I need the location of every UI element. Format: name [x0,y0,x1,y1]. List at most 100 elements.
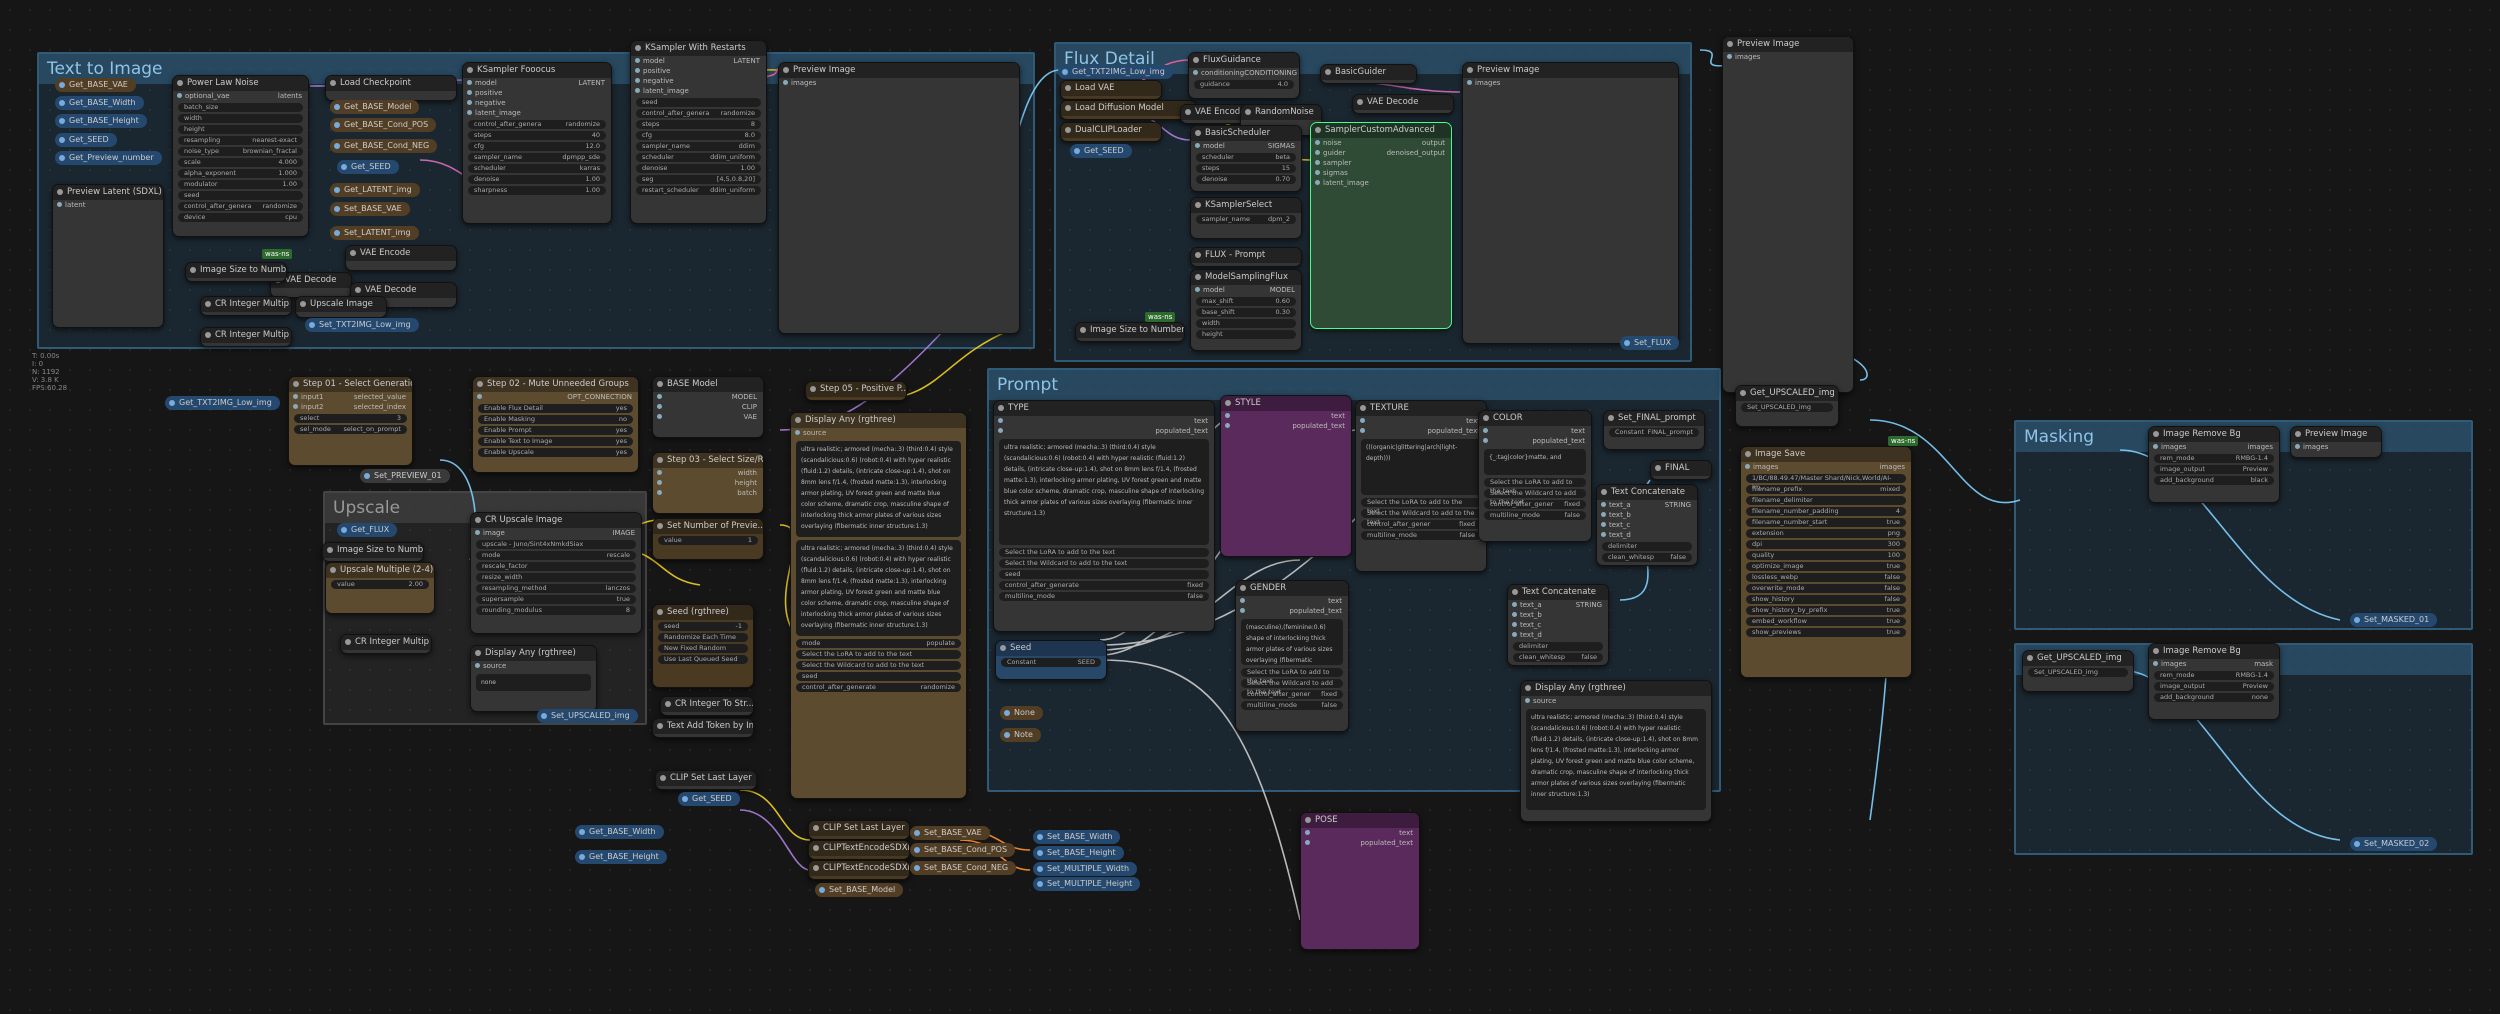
value-widget[interactable]: value 2.00 [331,580,429,589]
opt-connection[interactable]: OPT_CONNECTION [473,392,638,402]
set-txt2img-low-pill[interactable]: Set_TXT2IMG_Low_img [305,318,419,332]
cr-upscale-image-node[interactable]: CR Upscale Image image IMAGE upscale - Ju… [470,512,642,634]
set-seed-pill[interactable]: Get_SEED [678,792,740,806]
text-output[interactable]: text [1301,828,1419,838]
display-any-ups-node[interactable]: Display Any (rgthree) source none [470,645,597,712]
preview-latent-node[interactable]: Preview Latent (SDXL) latent [52,184,164,328]
image-remove-bg-node[interactable]: Image Remove Bg images images rem_mode RMB… [2148,426,2280,503]
get-upscaled-img-node[interactable]: Get_UPSCALED_img Set_UPSCALED_img [1735,385,1839,427]
get-preview-number-pill[interactable]: Get_Preview_number [55,151,162,165]
value-widget[interactable]: value 1 [658,536,758,545]
image-save-node[interactable]: Image Save images images 1/BC/88.49.47/Ma… [1740,446,1912,678]
delimiter-widget[interactable]: delimiter [1513,642,1603,651]
toggle-row[interactable]: Enable Flux Detail yes [478,404,633,413]
preview-image-node[interactable]: Preview Image images [778,62,1020,334]
text-output[interactable]: text [1479,426,1591,436]
vae-encode-node[interactable]: VAE Encode [345,245,457,271]
cfg-widget[interactable]: cfg 12.0 [468,142,606,151]
supersample-widget[interactable]: supersample true [476,595,636,604]
text-c[interactable]: text_c [1508,620,1608,630]
text-output[interactable]: text [1356,416,1486,426]
get-base-model-pill[interactable]: Get_BASE_Model [330,100,420,114]
final-node[interactable]: FINAL [1650,460,1712,480]
base-shift-widget[interactable]: base_shift 0.30 [1196,308,1296,317]
text-concatenate-node-2[interactable]: Text Concatenate text_a STRING text_b tex… [1507,584,1609,666]
mode-widget[interactable]: mode rescale [476,551,636,560]
denoise-widget[interactable]: denoise 1.00 [468,175,606,184]
display-any-prompt-node[interactable]: Display Any (rgthree) source ultra reali… [790,412,967,799]
type-node[interactable]: TYPE text populated_text ultra realistic… [993,400,1215,632]
set-number-preview-node[interactable]: Set Number of Previe... value 1 [652,518,764,560]
select-lora-widget[interactable]: Select the LoRA to add to the text [999,548,1209,557]
image-size-to-number-node[interactable]: Image Size to Number [185,262,287,282]
scheduler-widget[interactable]: scheduler ddim_uniform [636,153,761,162]
get-flux-pill[interactable]: Get_FLUX [337,523,398,537]
set-upscaled-img-pill[interactable]: Set_UPSCALED_img [537,709,638,723]
text-output[interactable]: text [994,416,1214,426]
base-model-node[interactable]: BASE Model MODEL CLIP VAE [652,376,764,438]
scheduler-widget[interactable]: scheduler beta [1196,153,1296,162]
model-input[interactable]: model MODEL [1191,285,1301,295]
select-wildcard-widget[interactable]: Select the Wildcard to add to the text [1361,509,1481,526]
upscale-multiple-node[interactable]: Upscale Multiple (2-4) value 2.00 [325,562,435,614]
control-widget[interactable]: control_after_genera randomize [468,120,606,129]
control-widget[interactable]: control_after_gener fixed [1484,500,1586,509]
text-b[interactable]: text_b [1597,510,1697,520]
text-a[interactable]: text_a STRING [1597,500,1697,510]
show-history-by-prefix-widget[interactable]: show_history_by_prefix true [1746,606,1906,615]
clip-size-multiplier-node[interactable]: CLIP Set Last Layer [655,770,757,790]
images-input[interactable]: images [1723,52,1853,62]
preview-image-node-2[interactable]: Preview Image images [1462,62,1679,344]
ksampler-fooocus-node[interactable]: KSampler Fooocus model LATENT positive ne… [462,62,612,224]
set-base-cond-pos-pill[interactable]: Set_BASE_Cond_POS [910,843,1016,857]
show-history-widget[interactable]: show_history false [1746,595,1906,604]
control-widget[interactable]: control_after_gener fixed [1361,520,1481,529]
denoise-widget[interactable]: denoise 1.00 [636,164,761,173]
negative-input[interactable]: negative [631,76,766,86]
image-remove-bg-m-node[interactable]: Image Remove Bg images mask rem_mode RMBG-… [2148,643,2280,720]
set-final-prompt-node[interactable]: Set_FINAL_prompt Constant FINAL_prompt [1603,410,1705,450]
sharpness-widget[interactable]: sharpness 1.00 [468,186,606,195]
get-latent-img-pill[interactable]: Get_LATENT_img [330,183,420,197]
filename-number-padding-widget[interactable]: filename_number_padding 4 [1746,507,1906,516]
cr-integer-to-string-node[interactable]: CR Integer To Str... [660,696,754,716]
get-seed-pill-2[interactable]: Get_SEED [337,160,399,174]
source-input[interactable]: source [1521,696,1711,706]
get-base-cond-pos-pill[interactable]: Get_BASE_Cond_POS [330,118,437,132]
rmbg-model-widget[interactable]: rem_mode RMBG-1.4 [2154,671,2274,680]
images-input[interactable]: images [1463,78,1678,88]
flux-prompt-node[interactable]: FLUX - Prompt [1190,247,1302,267]
get-seed-pill-3[interactable]: Get_SEED [1070,144,1132,158]
populated-output[interactable]: populated_text [1479,436,1591,446]
conditioning-input[interactable]: conditioning CONDITIONING [1189,68,1299,78]
populated-output[interactable]: populated_text [1356,426,1486,436]
control-widget[interactable]: control_after_generate fixed [999,581,1209,590]
set-flux-pill[interactable]: Set_FLUX [1620,336,1680,350]
preview-image-node-3[interactable]: Preview Image images [1722,36,1854,393]
embed-workflow-widget[interactable]: embed_workflow true [1746,617,1906,626]
seed-widget[interactable]: seed [178,191,303,200]
get-base-cond-neg-pill[interactable]: Get_BASE_Cond_NEG [330,139,438,153]
text-concatenate-node[interactable]: Text Concatenate text_a STRING text_b tex… [1596,484,1698,566]
new-fixed-button[interactable]: New Fixed Random [658,644,748,653]
text-output[interactable]: text [1221,411,1351,421]
get-base-height-pill[interactable]: Get_BASE_Height [55,114,147,128]
add-background-widget[interactable]: add_background none [2154,693,2274,702]
select-lora-widget[interactable]: Select the LoRA to add to the text [796,650,961,659]
clip-set-last-layer-node[interactable]: CLIP Set Last Layer [808,820,910,840]
multiline-mode-widget[interactable]: multiline_mode false [999,592,1209,601]
filename-number-start-widget[interactable]: filename_number_start true [1746,518,1906,527]
dual-clip-loader-node[interactable]: DualCLIPLoader [1060,122,1162,142]
clip-text-encode-node-2[interactable]: CLIPTextEncodeSDXL [808,860,910,880]
seed-rgthree-node[interactable]: Seed (rgthree) seed -1 Randomize Each Tim… [652,604,754,688]
restart-scheduler-widget[interactable]: restart_scheduler ddim_uniform [636,186,761,195]
width-widget[interactable]: width [178,114,303,123]
extension-widget[interactable]: extension png [1746,529,1906,538]
sampler-widget[interactable]: sampler_name dpmpp_sde [468,153,606,162]
get-txt2img-low-pill[interactable]: Get_TXT2IMG_Low_img [1058,65,1173,79]
height-widget[interactable]: height [178,125,303,134]
scale-widget[interactable]: scale 4.000 [178,158,303,167]
quality-widget[interactable]: quality 100 [1746,551,1906,560]
optional-vae-input[interactable]: optional_vae latents [173,91,308,101]
power-law-noise-node[interactable]: Power Law Noise optional_vae latents batc… [172,75,309,237]
